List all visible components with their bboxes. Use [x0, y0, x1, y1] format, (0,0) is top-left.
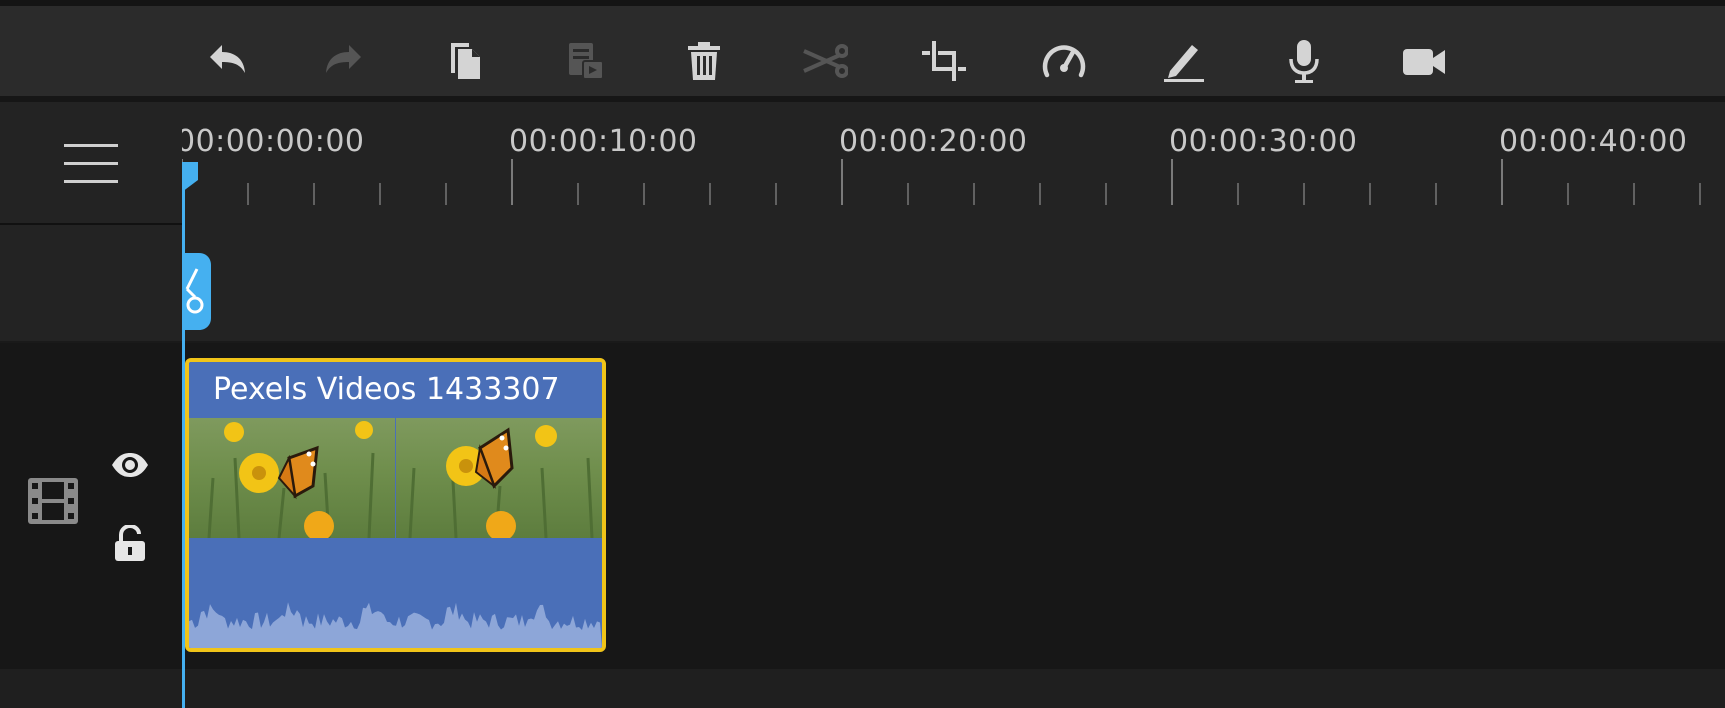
split-marker[interactable]: [183, 253, 211, 330]
ruler-tick: [1435, 183, 1437, 205]
paste-icon: [569, 43, 604, 80]
crop-icon: [922, 41, 966, 81]
timeline-bottom-area: [0, 669, 1725, 708]
timecode-label: 00:00:00:00: [182, 124, 365, 159]
ruler-tick: [841, 159, 843, 205]
paste-button[interactable]: [556, 32, 614, 90]
ruler-tick: [709, 183, 711, 205]
timecode-label: 00:00:40:00: [1499, 124, 1688, 159]
video-camera-icon: [1403, 49, 1445, 75]
video-clip[interactable]: Pexels Videos 1433307: [185, 358, 606, 652]
menu-button[interactable]: [60, 140, 124, 188]
ruler-tick: [379, 183, 381, 205]
ruler-tick: [1567, 183, 1569, 205]
menu-icon: [64, 144, 118, 147]
ruler-tick: [643, 183, 645, 205]
ruler-tick: [907, 183, 909, 205]
ruler-tick: [973, 183, 975, 205]
ruler-tick: [445, 183, 447, 205]
unlock-icon: [115, 523, 145, 561]
ruler-tick: [1105, 183, 1107, 205]
copy-button[interactable]: [436, 32, 494, 90]
playhead-handle[interactable]: [182, 162, 198, 192]
ruler-tick: [577, 183, 579, 205]
clip-title: Pexels Videos 1433307: [189, 362, 602, 418]
playhead-line[interactable]: [182, 162, 185, 708]
trash-icon: [688, 42, 720, 80]
track-lock-toggle[interactable]: [113, 523, 147, 567]
timeline-toolbar: [0, 6, 1725, 102]
microphone-icon: [1289, 40, 1319, 83]
redo-button[interactable]: [316, 32, 374, 90]
ruler-tick: [1501, 159, 1503, 205]
redo-icon: [326, 45, 361, 73]
undo-button[interactable]: [197, 32, 255, 90]
clip-audio-waveform: [189, 538, 602, 648]
scissors-marker-icon: [183, 253, 211, 330]
speedometer-icon: [1042, 45, 1086, 78]
ruler-tick: [1633, 183, 1635, 205]
scissors-icon: [803, 44, 848, 78]
eye-icon: [112, 453, 148, 477]
ruler-tick: [1699, 183, 1701, 205]
ruler-tick: [247, 183, 249, 205]
marker-track: [0, 225, 1725, 341]
timecode-label: 00:00:30:00: [1169, 124, 1358, 159]
edit-button[interactable]: [1155, 32, 1213, 90]
record-video-button[interactable]: [1395, 32, 1453, 90]
delete-button[interactable]: [675, 32, 733, 90]
clip-thumbnail: [189, 418, 395, 538]
ruler-tick: [1039, 183, 1041, 205]
timeline-header-panel: [0, 102, 182, 225]
ruler-tick: [1171, 159, 1173, 205]
ruler-tick: [1369, 183, 1371, 205]
track-visibility-toggle[interactable]: [110, 451, 150, 483]
track-type: [28, 478, 78, 528]
ruler-tick: [1237, 183, 1239, 205]
undo-icon: [210, 45, 245, 73]
copy-icon: [451, 43, 480, 79]
ruler-tick: [511, 159, 513, 205]
timecode-label: 00:00:20:00: [839, 124, 1028, 159]
time-ruler[interactable]: 00:00:00:00 00:00:10:00 00:00:20:00 00:0…: [182, 102, 1725, 225]
split-button[interactable]: [795, 32, 853, 90]
speed-button[interactable]: [1035, 32, 1093, 90]
clip-thumbnail: [395, 418, 602, 538]
clip-thumbnails: [189, 418, 602, 538]
ruler-tick: [1303, 183, 1305, 205]
waveform-shape: [189, 602, 602, 648]
pen-icon: [1164, 45, 1204, 82]
crop-button[interactable]: [915, 32, 973, 90]
ruler-tick: [775, 183, 777, 205]
ruler-tick: [313, 183, 315, 205]
timecode-label: 00:00:10:00: [509, 124, 698, 159]
record-voice-button[interactable]: [1275, 32, 1333, 90]
film-strip-icon: [28, 478, 78, 524]
